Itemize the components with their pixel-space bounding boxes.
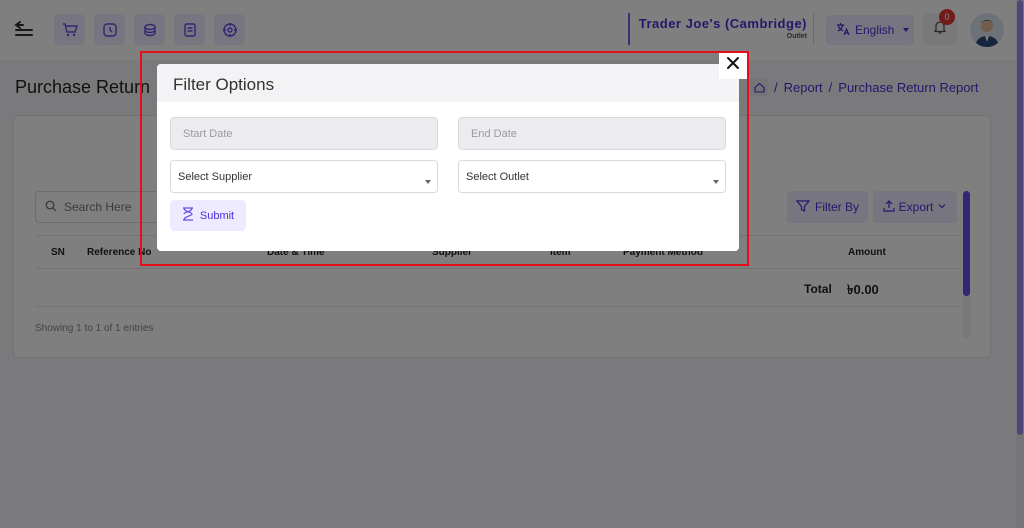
highlight-box [140,51,749,266]
